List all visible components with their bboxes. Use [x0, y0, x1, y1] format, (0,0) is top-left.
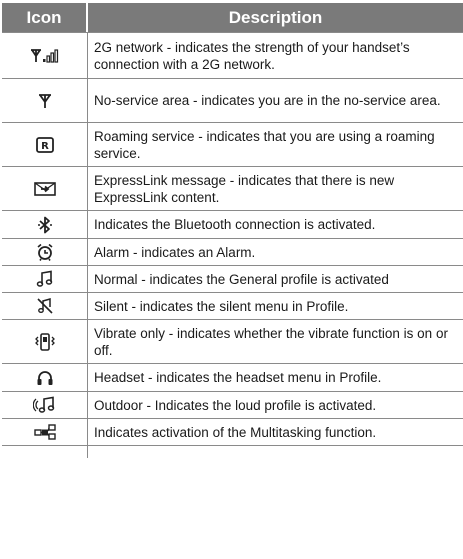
bluetooth-icon — [2, 211, 88, 238]
row-description: Headset - indicates the headset menu in … — [94, 370, 382, 385]
antenna-icon — [2, 79, 88, 122]
expresslink-icon — [2, 167, 88, 210]
row-description: Vibrate only - indicates whether the vib… — [94, 325, 448, 358]
row-description: Alarm - indicates an Alarm. — [94, 244, 256, 260]
outdoor-icon — [2, 392, 88, 418]
icon-column-header: Icon — [2, 3, 88, 32]
roaming-icon: R — [2, 123, 88, 166]
alarm-clock-icon — [2, 239, 88, 265]
icon-description-table: Icon Description 2G network - indicates … — [2, 3, 463, 458]
table-row: Indicates activation of the Multitasking… — [2, 418, 463, 445]
signal-strength-icon — [2, 33, 88, 78]
table-row: 2G network - indicates the strength of y… — [2, 32, 463, 78]
table-header: Icon Description — [2, 3, 463, 32]
table-row-filler — [2, 445, 463, 458]
row-description: Indicates the Bluetooth connection is ac… — [94, 217, 376, 232]
table-row: Headset - indicates the headset menu in … — [2, 363, 463, 391]
multitasking-icon — [2, 419, 88, 445]
silent-icon — [2, 293, 88, 319]
row-description: Silent - indicates the silent menu in Pr… — [94, 298, 349, 314]
row-description: 2G network - indicates the strength of y… — [94, 39, 410, 72]
row-description: Normal - indicates the General profile i… — [94, 271, 389, 287]
vibrate-icon — [2, 320, 88, 363]
table-row: R Roaming service - indicates that you a… — [2, 122, 463, 166]
table-row: Vibrate only - indicates whether the vib… — [2, 319, 463, 363]
row-description: Outdoor - Indicates the loud profile is … — [94, 397, 377, 413]
row-description: Roaming service - indicates that you are… — [94, 128, 435, 161]
table-row: Indicates the Bluetooth connection is ac… — [2, 210, 463, 238]
music-note-icon — [2, 266, 88, 292]
row-description: ExpressLink message - indicates that the… — [94, 172, 395, 205]
table-row: ExpressLink message - indicates that the… — [2, 166, 463, 210]
table-row: No-service area - indicates you are in t… — [2, 78, 463, 122]
table-row: Outdoor - Indicates the loud profile is … — [2, 391, 463, 418]
description-column-header: Description — [88, 3, 463, 32]
headset-icon — [2, 364, 88, 391]
row-description: Indicates activation of the Multitasking… — [94, 424, 377, 440]
table-row: Silent - indicates the silent menu in Pr… — [2, 292, 463, 319]
svg-text:R: R — [41, 141, 49, 152]
table-row: Normal - indicates the General profile i… — [2, 265, 463, 292]
table-row: Alarm - indicates an Alarm. — [2, 238, 463, 265]
row-description: No-service area - indicates you are in t… — [94, 93, 441, 108]
